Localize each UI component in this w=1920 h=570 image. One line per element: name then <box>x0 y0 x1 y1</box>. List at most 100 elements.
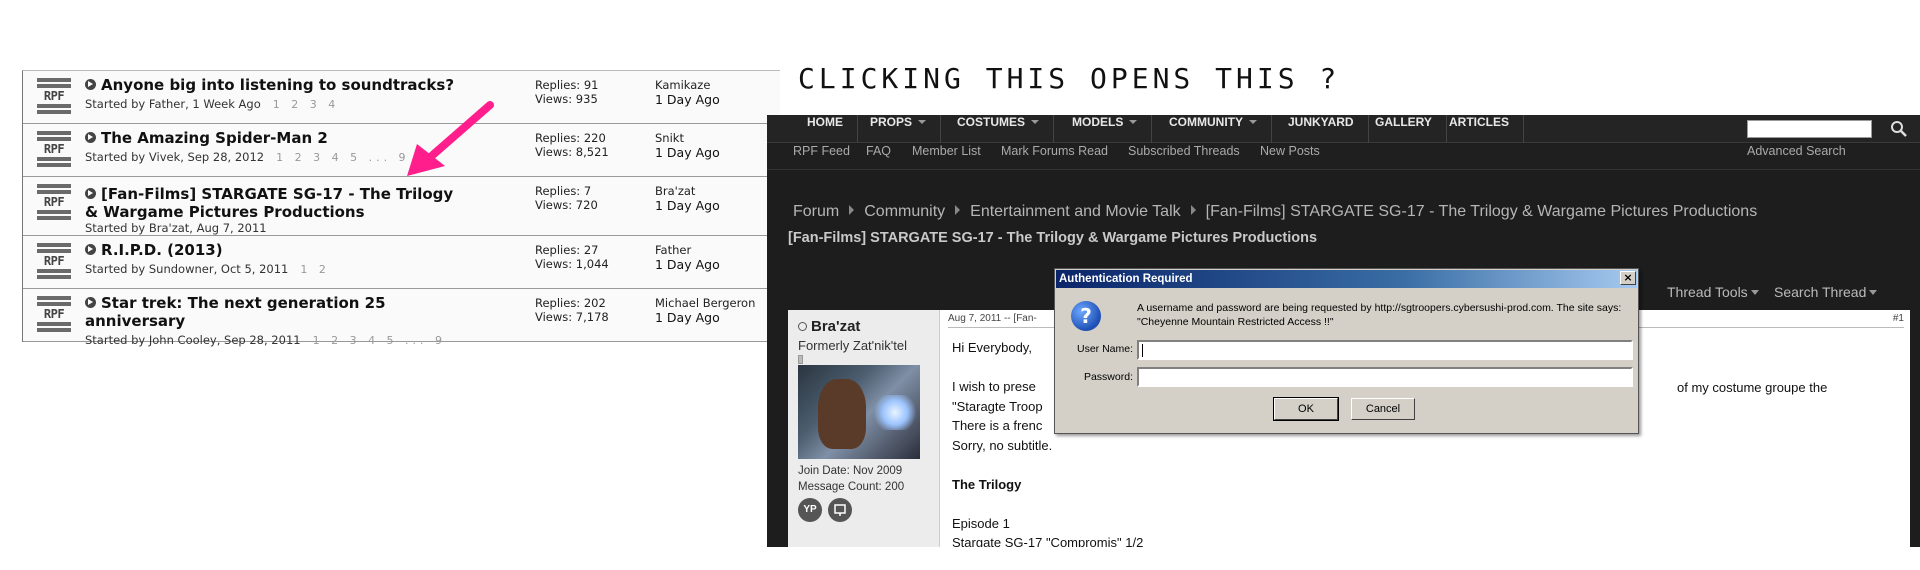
password-field[interactable] <box>1137 367 1633 387</box>
breadcrumb-entertainment[interactable]: Entertainment and Movie Talk <box>970 203 1180 220</box>
thread-starter: Started by John Cooley, Sep 28, 2011 1 2 … <box>85 333 447 347</box>
subnav-subscribed-threads[interactable]: Subscribed Threads <box>1128 144 1240 158</box>
chevron-down-icon <box>1869 290 1878 295</box>
search-input[interactable] <box>1747 120 1872 138</box>
annotation-heading: CLICKING THIS OPENS THIS ? <box>798 62 1341 95</box>
dialog-message: A username and password are being reques… <box>1137 302 1622 328</box>
go-to-first-unread-icon[interactable] <box>85 244 96 255</box>
subnav-rpf-feed[interactable]: RPF Feed <box>793 144 850 158</box>
nav-community[interactable]: COMMUNITY <box>1155 115 1272 143</box>
thread-starter: Started by Bra'zat, Aug 7, 2011 <box>85 221 267 235</box>
nav-costumes[interactable]: COSTUMES <box>943 115 1055 143</box>
thread-stats: Replies: 27 Views: 1,044 <box>535 243 609 271</box>
nav-junkyard[interactable]: JUNKYARD <box>1274 115 1369 143</box>
breadcrumb-community[interactable]: Community <box>864 203 945 220</box>
thread-row[interactable]: RPF Anyone big into listening to soundtr… <box>23 71 780 124</box>
rpf-icon: RPF <box>37 78 71 114</box>
chevron-down-icon <box>1249 120 1257 124</box>
question-icon: ? <box>1071 301 1101 331</box>
page-links[interactable]: 1 2 3 4 5 ... 9 <box>313 334 446 347</box>
thread-stats: Replies: 91 Views: 935 <box>535 78 599 106</box>
breadcrumb-current: [Fan-Films] STARGATE SG-17 - The Trilogy… <box>1205 203 1758 220</box>
auth-dialog: Authentication Required × ? A username a… <box>1054 268 1639 434</box>
thread-stats: Replies: 202 Views: 7,178 <box>535 296 609 324</box>
password-label: Password: <box>1083 371 1133 383</box>
subnav-mark-forums-read[interactable]: Mark Forums Read <box>1001 144 1108 158</box>
go-to-first-unread-icon[interactable] <box>85 188 96 199</box>
thread-stats: Replies: 7 Views: 720 <box>535 184 598 212</box>
search-thread-menu[interactable]: Search Thread <box>1774 284 1878 300</box>
chevron-down-icon <box>1750 290 1759 295</box>
page-links[interactable]: 1 2 3 4 <box>273 98 339 111</box>
reputation-icon <box>798 355 803 364</box>
page-links[interactable]: 1 2 3 4 5 ... 9 <box>276 151 409 164</box>
thread-row[interactable]: RPF The Amazing Spider-Man 2 Started by … <box>23 124 780 177</box>
go-to-first-unread-icon[interactable] <box>85 79 96 90</box>
nav-home[interactable]: HOME <box>793 115 858 143</box>
thread-title[interactable]: Anyone big into listening to soundtracks… <box>85 76 485 94</box>
close-button[interactable]: × <box>1620 271 1636 285</box>
gallery-icon[interactable] <box>828 498 852 522</box>
nav-props[interactable]: PROPS <box>856 115 942 143</box>
thread-row[interactable]: RPF Star trek: The next generation 25 an… <box>23 289 780 347</box>
last-post[interactable]: Father 1 Day Ago <box>655 243 720 272</box>
chevron-down-icon <box>1031 120 1040 124</box>
join-date: Join Date: Nov 2009 <box>798 465 903 477</box>
text-caret <box>1142 344 1143 357</box>
chevron-right-icon <box>1190 205 1196 215</box>
page-links[interactable]: 1 2 <box>300 263 330 276</box>
chevron-right-icon <box>955 205 961 215</box>
username-field[interactable] <box>1137 340 1633 360</box>
post-number[interactable]: #1 <box>1893 310 1904 328</box>
thread-title[interactable]: Star trek: The next generation 25 annive… <box>85 294 485 330</box>
subnav-new-posts[interactable]: New Posts <box>1260 144 1320 158</box>
thread-starter: Started by Sundowner, Oct 5, 2011 1 2 <box>85 262 330 276</box>
thread-title[interactable]: R.I.P.D. (2013) <box>85 241 485 259</box>
thread-title[interactable]: [Fan-Films] STARGATE SG-17 - The Trilogy… <box>85 185 465 221</box>
username[interactable]: Bra'zat <box>798 318 860 335</box>
cancel-button[interactable]: Cancel <box>1351 398 1415 420</box>
post-body-continuation: of my costume groupe the <box>1677 380 1828 395</box>
main-navbar: HOME PROPS COSTUMES MODELS COMMUNITY JUN… <box>767 115 1920 143</box>
offline-status-icon <box>798 322 807 331</box>
last-post[interactable]: Bra'zat 1 Day Ago <box>655 184 720 213</box>
nav-articles[interactable]: ARTICLES <box>1435 115 1524 143</box>
rpf-icon: RPF <box>37 296 71 332</box>
last-post[interactable]: Michael Bergeron 1 Day Ago <box>655 296 755 325</box>
go-to-first-unread-icon[interactable] <box>85 132 96 143</box>
thread-row[interactable]: RPF R.I.P.D. (2013) Started by Sundowner… <box>23 236 780 289</box>
avatar[interactable] <box>798 365 920 459</box>
page-title: [Fan-Films] STARGATE SG-17 - The Trilogy… <box>788 230 1318 246</box>
message-count: Message Count: 200 <box>798 481 905 493</box>
user-panel: Bra'zat Formerly Zat'nik'tel Join Date: … <box>788 310 940 547</box>
breadcrumb-forum[interactable]: Forum <box>793 203 839 220</box>
chevron-down-icon <box>1129 120 1138 124</box>
thread-list: RPF Anyone big into listening to soundtr… <box>22 70 780 347</box>
chevron-right-icon <box>849 205 855 215</box>
thread-tools-menu[interactable]: Thread Tools <box>1667 284 1759 300</box>
nav-models[interactable]: MODELS <box>1058 115 1153 143</box>
advanced-search-link[interactable]: Advanced Search <box>1747 144 1846 158</box>
go-to-first-unread-icon[interactable] <box>85 297 96 308</box>
yp-profile-icon[interactable]: YP <box>798 498 822 522</box>
rpf-icon: RPF <box>37 184 71 220</box>
last-post[interactable]: Snikt 1 Day Ago <box>655 131 720 160</box>
dialog-title[interactable]: Authentication Required <box>1056 270 1637 288</box>
nav-gallery[interactable]: GALLERY <box>1361 115 1447 143</box>
subnav-member-list[interactable]: Member List <box>912 144 981 158</box>
last-post[interactable]: Kamikaze 1 Day Ago <box>655 78 720 107</box>
subnav-faq[interactable]: FAQ <box>866 144 891 158</box>
thread-stats: Replies: 220 Views: 8,521 <box>535 131 609 159</box>
user-title: Formerly Zat'nik'tel <box>798 338 907 353</box>
rpf-icon: RPF <box>37 243 71 279</box>
rpf-icon: RPF <box>37 131 71 167</box>
thread-row[interactable]: RPF [Fan-Films] STARGATE SG-17 - The Tri… <box>23 177 780 236</box>
annotation-arrow-icon <box>407 101 494 176</box>
sub-navbar: RPF Feed FAQ Member List Mark Forums Rea… <box>767 144 1920 170</box>
chevron-down-icon <box>918 120 927 124</box>
ok-button[interactable]: OK <box>1273 397 1339 421</box>
post-date: Aug 7, 2011 -- [Fan- <box>948 313 1037 324</box>
breadcrumb: Forum Community Entertainment and Movie Ta… <box>793 203 1757 221</box>
username-label: User Name: <box>1076 343 1133 355</box>
search-icon[interactable] <box>1890 120 1908 138</box>
